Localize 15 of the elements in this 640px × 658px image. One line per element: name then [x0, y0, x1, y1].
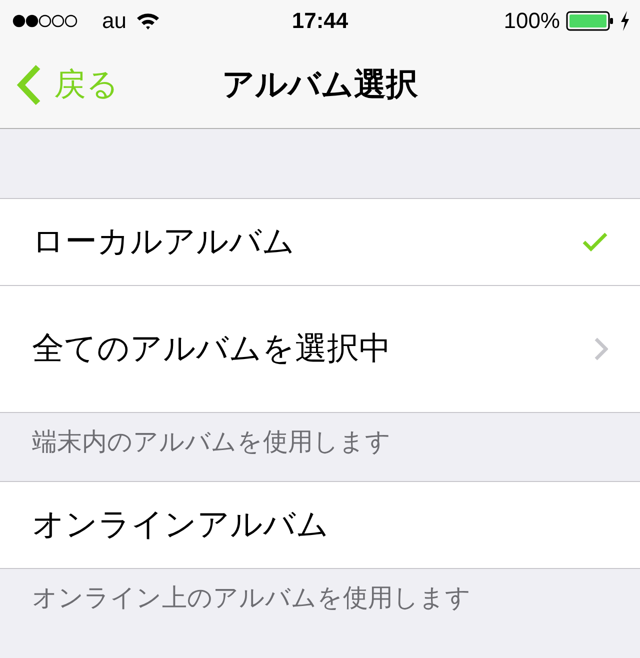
section-footer: 端末内のアルバムを使用します — [0, 413, 640, 481]
battery-icon — [566, 10, 614, 32]
clock-time: 17:44 — [292, 8, 348, 34]
list-row[interactable]: ローカルアルバム — [0, 199, 640, 285]
wifi-icon — [136, 12, 160, 30]
back-chevron-icon — [16, 64, 42, 106]
battery-percent: 100% — [504, 8, 560, 34]
list-row[interactable]: オンラインアルバム — [0, 482, 640, 568]
list-row[interactable]: 全てのアルバムを選択中 — [0, 285, 640, 412]
carrier-name: au — [102, 8, 126, 34]
charging-bolt-icon — [620, 11, 630, 31]
section-footer: オンライン上のアルバムを使用します — [0, 569, 640, 637]
signal-icon — [12, 14, 78, 28]
chevron-right-icon — [594, 337, 608, 361]
nav-title: アルバム選択 — [222, 64, 418, 105]
